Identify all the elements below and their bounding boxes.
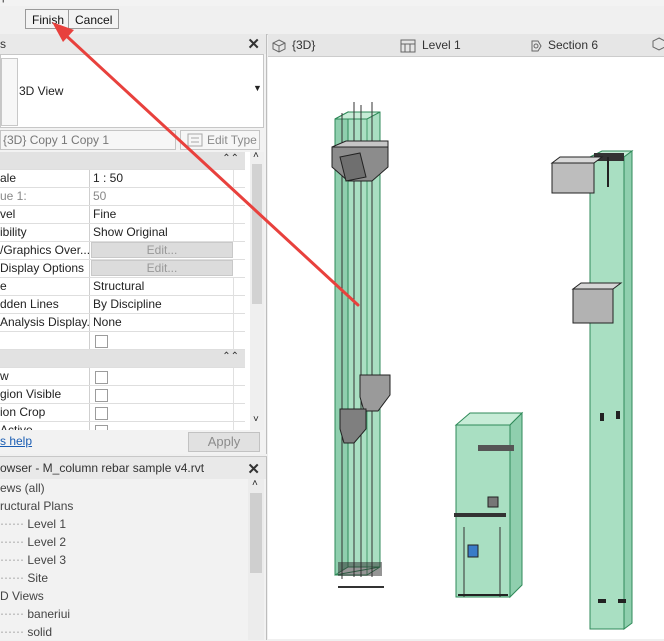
type-selector[interactable]: 3D View ▼ xyxy=(0,54,264,128)
tab-section-6[interactable]: Section 6 xyxy=(528,37,598,53)
instance-bar: {3D} Copy 1 Copy 1 Edit Type xyxy=(0,128,266,152)
chevron-down-icon[interactable]: ▼ xyxy=(253,83,262,93)
browser-header: owser - M_column rebar sample v4.rvt ✕ xyxy=(0,457,266,479)
edit-type-icon xyxy=(187,133,203,147)
checkbox[interactable] xyxy=(95,335,108,348)
vg-overrides-edit-button[interactable]: Edit... xyxy=(91,242,233,258)
3d-view-icon xyxy=(272,39,286,53)
project-browser: owser - M_column rebar sample v4.rvt ✕ e… xyxy=(0,456,267,640)
collapse-icon[interactable]: ⌃⌃ xyxy=(222,153,239,164)
ribbon-dropdown-icon[interactable]: ⌄ xyxy=(240,0,249,3)
properties-help-link[interactable]: s help xyxy=(0,434,32,448)
property-row[interactable] xyxy=(0,332,245,350)
property-row[interactable]: ibility Show Original xyxy=(0,224,245,242)
checkbox[interactable] xyxy=(95,389,108,402)
property-row[interactable]: e Structural xyxy=(0,278,245,296)
view-canvas[interactable] xyxy=(268,57,664,639)
properties-header: s ✕ xyxy=(0,34,266,54)
property-row[interactable]: Analysis Display... None xyxy=(0,314,245,332)
property-grid: ⌃⌃ ale 1 : 50 ue 1: 50 vel Fine ibility Show… xyxy=(0,152,250,430)
tab-overflow[interactable] xyxy=(652,37,664,53)
tab-3d[interactable]: {3D} xyxy=(272,37,315,53)
checkbox[interactable] xyxy=(95,371,108,384)
property-row[interactable]: gion Visible xyxy=(0,386,245,404)
ribbon-dropdown-icon-2[interactable]: ⌄ xyxy=(640,0,649,3)
tab-level-1[interactable]: Level 1 xyxy=(400,37,461,53)
browser-title: owser - M_column rebar sample v4.rvt xyxy=(0,461,205,475)
scrollbar-thumb[interactable] xyxy=(250,493,262,573)
property-row[interactable]: Display Options Edit... xyxy=(0,260,245,278)
type-thumbnail xyxy=(1,58,18,126)
property-row[interactable]: dden Lines By Discipline xyxy=(0,296,245,314)
ribbon-text: ple xyxy=(2,0,17,3)
property-row[interactable]: w xyxy=(0,368,245,386)
scroll-down-icon[interactable]: ˅ xyxy=(253,414,259,425)
tree-item[interactable]: ⋯⋯ Site xyxy=(0,569,48,587)
tree-item[interactable]: ⋯⋯ baneriui xyxy=(0,605,70,623)
floor-plan-icon xyxy=(400,39,416,53)
tree-item[interactable]: ⋯⋯ Level 3 xyxy=(0,551,66,569)
property-row[interactable]: ale 1 : 50 xyxy=(0,170,245,188)
tree-item[interactable]: ⋯⋯ Level 1 xyxy=(0,515,66,533)
view-tabs: {3D} Level 1 Section 6 xyxy=(268,34,664,57)
display-options-edit-button[interactable]: Edit... xyxy=(91,260,233,276)
options-bar: Finish Cancel xyxy=(0,6,664,35)
apply-button[interactable]: Apply xyxy=(188,432,260,452)
graphics-section-header[interactable]: ⌃⌃ xyxy=(0,152,245,170)
collapse-icon[interactable]: ⌃⌃ xyxy=(222,351,239,362)
tree-item[interactable]: ⋯⋯ Level 2 xyxy=(0,533,66,551)
close-icon[interactable]: ✕ xyxy=(247,460,260,478)
3d-view-icon xyxy=(652,37,664,51)
scroll-up-icon[interactable]: ˄ xyxy=(252,478,258,489)
short-column-middle[interactable] xyxy=(454,411,524,599)
extents-section-header[interactable]: ⌃⌃ xyxy=(0,350,245,368)
instance-selector[interactable]: {3D} Copy 1 Copy 1 xyxy=(0,130,176,150)
properties-footer: s help Apply xyxy=(0,430,266,454)
properties-panel: s ✕ 3D View ▼ {3D} Copy 1 Copy 1 Edit Ty… xyxy=(0,34,267,454)
edit-type-label: Edit Type xyxy=(207,133,257,147)
edit-type-button[interactable]: Edit Type xyxy=(180,130,260,150)
property-row[interactable]: Active xyxy=(0,422,245,430)
scrollbar-thumb[interactable] xyxy=(252,164,262,304)
close-icon[interactable]: ✕ xyxy=(247,35,260,53)
structural-model xyxy=(331,102,634,630)
tall-column-right[interactable] xyxy=(550,150,634,630)
checkbox[interactable] xyxy=(95,407,108,420)
property-row[interactable]: /Graphics Over... Edit... xyxy=(0,242,245,260)
tall-column-left[interactable] xyxy=(331,102,391,588)
property-row[interactable]: ion Crop xyxy=(0,404,245,422)
tree-item[interactable]: ews (all) xyxy=(0,479,45,497)
tree-item[interactable]: D Views xyxy=(0,587,44,605)
section-icon xyxy=(531,40,542,52)
scroll-up-icon[interactable]: ˄ xyxy=(253,150,259,161)
tree-item[interactable]: ⋯⋯ solid xyxy=(0,623,52,641)
tree-item[interactable]: ructural Plans xyxy=(0,497,73,515)
type-name: 3D View xyxy=(19,84,64,98)
property-row[interactable]: ue 1: 50 xyxy=(0,188,245,206)
property-row[interactable]: vel Fine xyxy=(0,206,245,224)
finish-button[interactable]: Finish xyxy=(25,9,72,29)
cancel-button[interactable]: Cancel xyxy=(68,9,120,29)
